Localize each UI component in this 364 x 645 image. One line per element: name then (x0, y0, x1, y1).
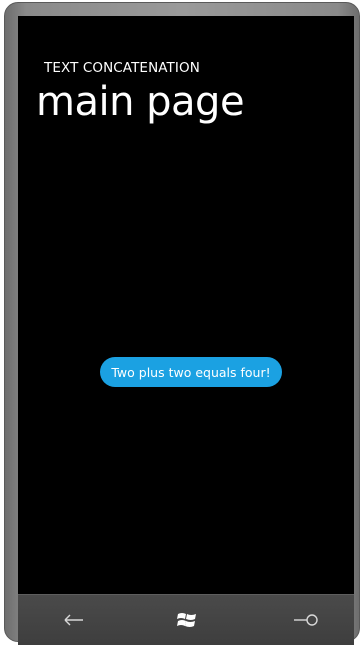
windows-logo-icon (177, 613, 196, 627)
search-icon (294, 614, 318, 626)
start-button[interactable] (170, 609, 204, 631)
phone-frame: TEXT CONCATENATION main page Two plus tw… (4, 2, 360, 645)
page-title: main page (36, 79, 245, 125)
search-button[interactable] (289, 609, 323, 631)
back-arrow-icon (64, 614, 83, 626)
message-bubble: Two plus two equals four! (100, 357, 282, 387)
hardware-nav-bar (18, 594, 354, 645)
phone-screen: TEXT CONCATENATION main page Two plus tw… (18, 16, 354, 594)
back-button[interactable] (57, 609, 91, 631)
app-title: TEXT CONCATENATION (44, 60, 200, 76)
